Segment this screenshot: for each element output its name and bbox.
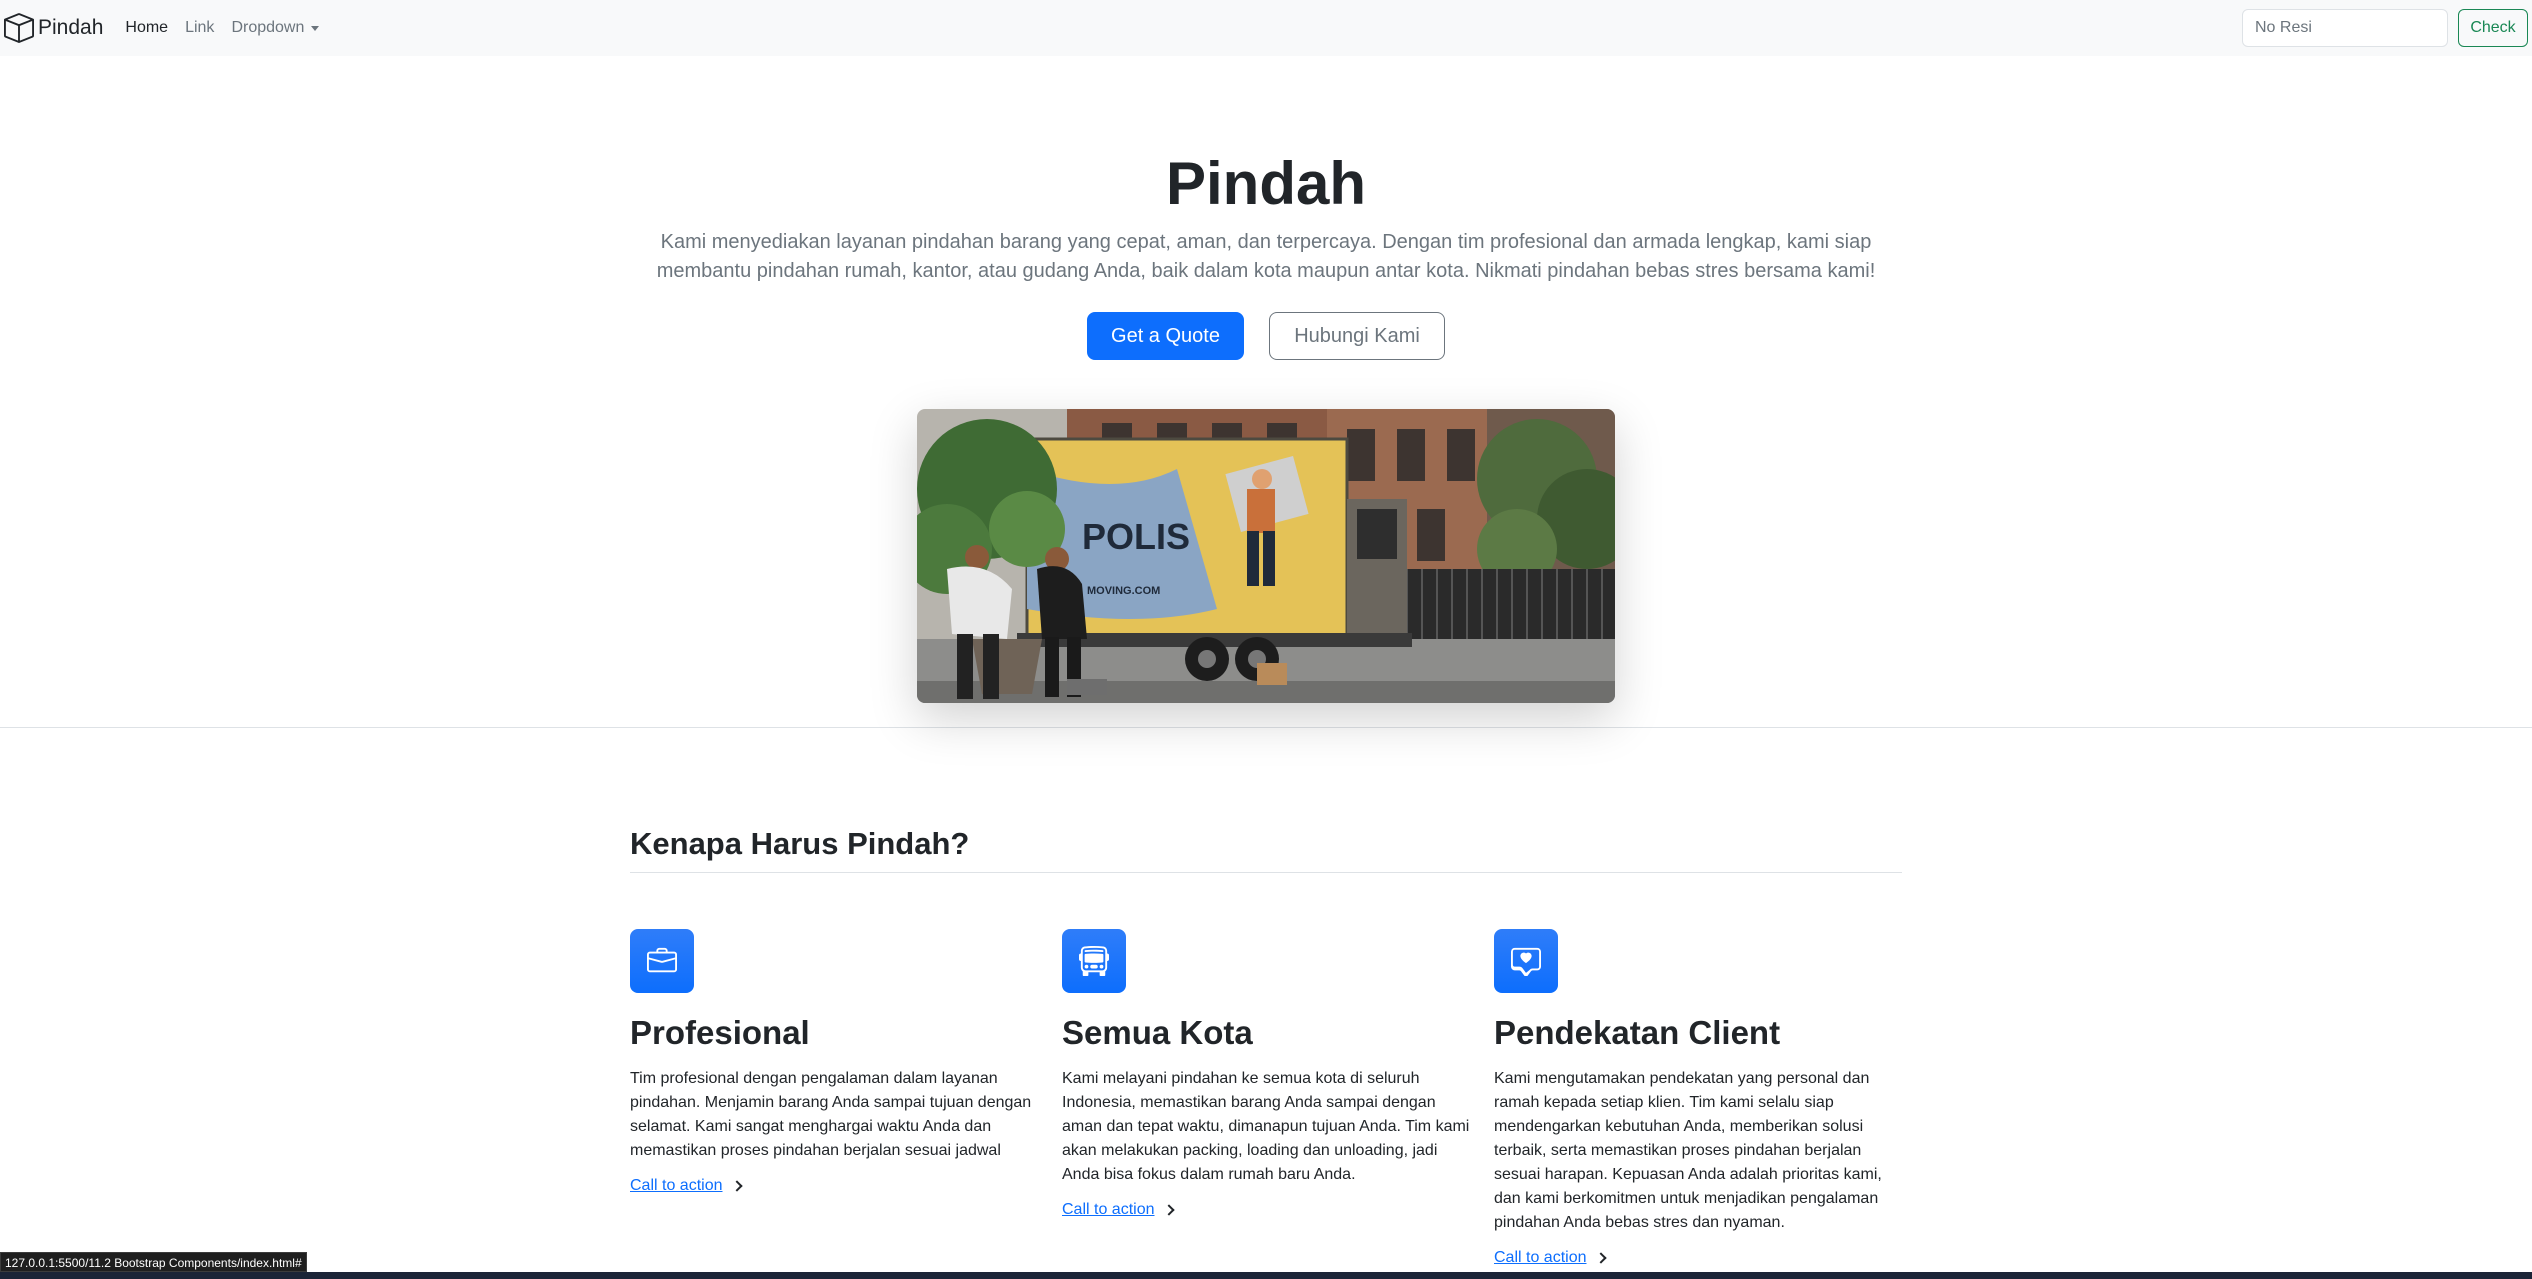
feature-card-pendekatan-client: Pendekatan Client Kami mengutamakan pend… [1494, 929, 1904, 1267]
caret-down-icon [311, 25, 320, 31]
get-quote-button[interactable]: Get a Quote [1087, 312, 1244, 360]
nav-links: Home Link Dropdown [125, 19, 336, 37]
hero-buttons: Get a Quote Hubungi Kami [0, 312, 2532, 360]
nav-dropdown[interactable]: Dropdown [231, 19, 320, 37]
hero-image: POLIS MOVING.COM [917, 409, 1615, 703]
hero-lead: Kami menyediakan layanan pindahan barang… [656, 231, 1876, 282]
feature-title: Pendekatan Client [1494, 1014, 1781, 1051]
call-to-action-link[interactable]: Call to action [1494, 1249, 1607, 1267]
bus-icon [1062, 929, 1126, 993]
truck-brand-text: POLIS [1082, 516, 1190, 557]
box-icon [4, 13, 34, 43]
chevron-right-icon [730, 1180, 743, 1192]
navbar: Pindah Home Link Dropdown Check [0, 0, 2532, 56]
feature-card-profesional: Profesional Tim profesional dengan penga… [630, 929, 1040, 1195]
check-button[interactable]: Check [2458, 9, 2528, 47]
call-to-action-label: Call to action [1494, 1249, 1587, 1266]
feature-text: Kami mengutamakan pendekatan yang person… [1494, 1070, 1882, 1231]
feature-text: Tim profesional dengan pengalaman dalam … [630, 1070, 1032, 1159]
feature-title: Profesional [630, 1014, 810, 1051]
call-to-action-link[interactable]: Call to action [630, 1177, 743, 1195]
briefcase-icon [630, 929, 694, 993]
resi-search-form: Check [2242, 9, 2528, 47]
feature-title: Semua Kota [1062, 1014, 1253, 1051]
features-title: Kenapa Harus Pindah? [630, 826, 970, 861]
taskbar-strip [0, 1272, 2532, 1279]
call-to-action-label: Call to action [1062, 1201, 1155, 1218]
chevron-right-icon [1594, 1252, 1607, 1264]
moving-truck-illustration: POLIS MOVING.COM [917, 409, 1615, 703]
contact-us-button[interactable]: Hubungi Kami [1269, 312, 1445, 360]
nav-link-link[interactable]: Link [185, 19, 214, 37]
hero-title: Pindah [1165, 150, 1366, 217]
call-to-action-label: Call to action [630, 1177, 723, 1194]
resi-search-input[interactable] [2242, 9, 2448, 47]
feature-card-semua-kota: Semua Kota Kami melayani pindahan ke sem… [1062, 929, 1472, 1219]
status-bar-url: 127.0.0.1:5500/11.2 Bootstrap Components… [0, 1252, 307, 1272]
nav-link-home[interactable]: Home [125, 19, 168, 37]
feature-text: Kami melayani pindahan ke semua kota di … [1062, 1070, 1470, 1183]
chat-heart-icon [1494, 929, 1558, 993]
brand-text: Pindah [38, 16, 104, 39]
chevron-right-icon [1162, 1204, 1175, 1216]
call-to-action-link[interactable]: Call to action [1062, 1201, 1175, 1219]
navbar-brand[interactable]: Pindah [4, 13, 103, 43]
features-divider [630, 872, 1902, 873]
truck-url-text: MOVING.COM [1087, 585, 1160, 597]
hero-section: Pindah Kami menyediakan layanan pindahan… [0, 56, 2532, 728]
nav-dropdown-label: Dropdown [231, 19, 305, 36]
